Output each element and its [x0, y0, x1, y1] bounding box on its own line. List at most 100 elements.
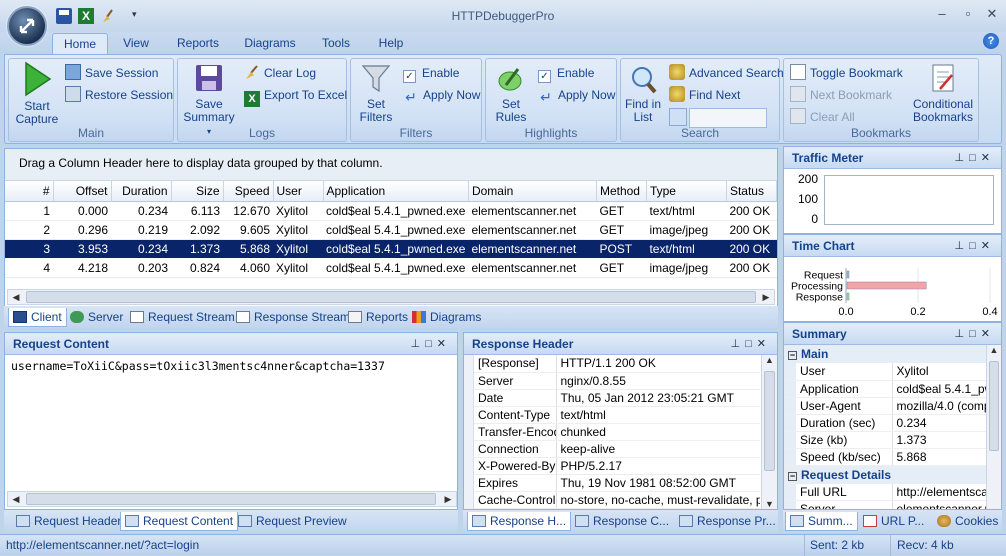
scroll-left-icon[interactable]: ◀ — [8, 290, 24, 304]
close-button[interactable]: ✕ — [982, 6, 1002, 24]
tab-request-content[interactable]: Request Content — [120, 512, 239, 531]
set-filters-button[interactable]: Set Filters — [353, 63, 399, 124]
column-header-offset[interactable]: Offset — [53, 181, 112, 202]
scroll-thumb[interactable] — [26, 493, 436, 505]
pane-controls[interactable]: ⊥□✕ — [731, 333, 771, 355]
scroll-thumb[interactable] — [26, 291, 756, 303]
filters-apply-now-button[interactable]: ↵ Apply Now — [403, 86, 480, 105]
column-header-status[interactable]: Status — [726, 181, 778, 202]
collapse-icon[interactable]: − — [788, 351, 797, 360]
header-row[interactable]: Expires Thu, 19 Nov 1981 08:52:00 GMT — [474, 474, 760, 492]
pane-controls[interactable]: ⊥□✕ — [955, 147, 995, 169]
conditional-bookmarks-button[interactable]: Conditional Bookmarks — [910, 63, 976, 124]
maximize-button[interactable]: ▫ — [958, 6, 978, 24]
highlights-enable-checkbox[interactable]: ✓ Enable — [538, 64, 594, 83]
help-icon[interactable]: ? — [983, 33, 999, 49]
header-row[interactable]: Cache-Control no-store, no-cache, must-re… — [474, 491, 760, 509]
tab-reports[interactable]: Reports — [170, 33, 226, 54]
tab-diagrams-view[interactable]: Diagrams — [408, 308, 485, 327]
column-header-method[interactable]: Method — [596, 181, 647, 202]
tab-request-stream[interactable]: Request Stream — [126, 308, 239, 327]
advanced-search-button[interactable]: Advanced Search — [669, 64, 784, 82]
request-body-text[interactable]: username=ToXiiC&pass=tOxiic3l3mentsc4nne… — [5, 355, 457, 377]
pane-controls[interactable]: ⊥□✕ — [411, 333, 451, 355]
scroll-right-icon[interactable]: ▶ — [758, 290, 774, 304]
filters-enable-checkbox[interactable]: ✓ Enable — [403, 64, 459, 83]
header-row[interactable]: Content-Type text/html — [474, 406, 760, 424]
table-row-selected[interactable]: 3 3.953 0.234 1.373 5.868 Xylitol cold$eal 5.4… — [5, 238, 777, 259]
header-row[interactable]: Date Thu, 05 Jan 2012 23:05:21 GMT — [474, 389, 760, 407]
property-row[interactable]: Server elementscanner.n — [784, 500, 986, 509]
property-row[interactable]: Size (kb) 1.373 — [784, 431, 986, 449]
column-header-speed[interactable]: Speed — [223, 181, 274, 202]
header-row[interactable]: Transfer-Encodi chunked — [474, 423, 760, 441]
group-by-area[interactable]: Drag a Column Header here to display dat… — [5, 149, 777, 181]
restore-session-button[interactable]: Restore Session — [65, 86, 173, 104]
column-header-application[interactable]: Application — [323, 181, 469, 202]
tab-diagrams[interactable]: Diagrams — [240, 33, 300, 54]
table-row[interactable]: 4 4.218 0.203 0.824 4.060 Xylitol cold$eal 5.4… — [5, 258, 777, 278]
column-header-duration[interactable]: Duration — [111, 181, 172, 202]
grid-horizontal-scrollbar[interactable]: ◀ ▶ — [7, 289, 775, 305]
table-row[interactable]: 2 0.296 0.219 2.092 9.605 Xylitol cold$eal 5.4… — [5, 220, 777, 240]
scroll-left-icon[interactable]: ◀ — [8, 492, 24, 506]
summary-vertical-scrollbar[interactable]: ▲ — [986, 345, 1001, 509]
tab-home[interactable]: Home — [52, 33, 108, 54]
table-row[interactable]: 1 0.000 0.234 6.113 12.670 Xylitol cold$eal 5.… — [5, 201, 777, 221]
pane-controls[interactable]: ⊥□✕ — [955, 235, 995, 257]
column-header-domain[interactable]: Domain — [468, 181, 597, 202]
set-rules-button[interactable]: Set Rules — [488, 63, 534, 124]
tab-reports-view[interactable]: Reports — [344, 308, 412, 327]
header-row[interactable]: Connection keep-alive — [474, 440, 760, 458]
property-row[interactable]: User-Agentmozilla/4.0 (compa — [784, 397, 986, 415]
request-horizontal-scrollbar[interactable]: ◀ ▶ — [7, 491, 457, 507]
response-vertical-scrollbar[interactable]: ▲ ▼ — [761, 355, 777, 509]
tab-response-content[interactable]: Response C... — [571, 512, 673, 531]
column-header-user[interactable]: User — [273, 181, 324, 202]
pane-controls[interactable]: ⊥□✕ — [955, 323, 995, 345]
next-bookmark-button[interactable]: Next Bookmark — [790, 86, 892, 104]
tab-response-preview[interactable]: Response Pr... — [675, 512, 780, 531]
search-input[interactable] — [689, 108, 767, 128]
scroll-down-icon[interactable]: ▼ — [762, 499, 777, 509]
header-row[interactable]: Server nginx/0.8.55 — [474, 372, 760, 390]
header-row[interactable]: X-Powered-By PHP/5.2.17 — [474, 457, 760, 475]
toggle-bookmark-button[interactable]: Toggle Bookmark — [790, 64, 903, 82]
tab-view[interactable]: View — [116, 33, 156, 54]
scroll-right-icon[interactable]: ▶ — [440, 492, 456, 506]
property-row[interactable]: User Xylitol — [784, 363, 986, 381]
tab-server[interactable]: Server — [66, 308, 127, 327]
tab-request-header[interactable]: Request Header — [12, 512, 125, 531]
property-row[interactable]: Full URL http://elementscan — [784, 483, 986, 501]
property-row[interactable]: Application cold$eal 5.4.1_pw — [784, 380, 986, 398]
tab-url-params[interactable]: URL P... — [859, 512, 928, 531]
tab-request-preview[interactable]: Request Preview — [234, 512, 351, 531]
application-menu-button[interactable] — [7, 6, 47, 46]
tab-response-header[interactable]: Response H... — [467, 512, 572, 531]
summary-section-main[interactable]: − Main — [784, 345, 1001, 363]
tab-response-stream[interactable]: Response Stream — [232, 308, 354, 327]
scroll-up-icon[interactable]: ▲ — [987, 345, 1001, 355]
scroll-thumb[interactable] — [764, 371, 775, 471]
tab-summary[interactable]: Summ... — [785, 512, 858, 531]
find-next-button[interactable]: Find Next — [669, 86, 740, 104]
header-row[interactable]: [Response] HTTP/1.1 200 OK — [474, 355, 760, 373]
collapse-icon[interactable]: − — [788, 471, 797, 481]
clear-log-button[interactable]: Clear Log — [244, 64, 316, 82]
find-in-list-button[interactable]: Find in List — [623, 63, 663, 124]
column-header-size[interactable]: Size — [171, 181, 224, 202]
save-session-button[interactable]: Save Session — [65, 64, 158, 82]
summary-section-request-details[interactable]: − Request Details — [784, 465, 1001, 484]
tab-tools[interactable]: Tools — [315, 33, 357, 54]
tab-cookies[interactable]: Cookies — [933, 512, 1002, 531]
search-options-icon[interactable] — [669, 108, 687, 126]
property-row[interactable]: Duration (sec) 0.234 — [784, 414, 986, 432]
column-header-number[interactable]: # — [5, 181, 54, 202]
scroll-up-icon[interactable]: ▲ — [762, 355, 777, 365]
highlights-apply-now-button[interactable]: ↵ Apply Now — [538, 86, 615, 105]
export-excel-button[interactable]: X Export To Excel — [244, 86, 347, 107]
column-header-type[interactable]: Type — [646, 181, 727, 202]
start-capture-button[interactable]: Start Capture — [11, 61, 63, 126]
property-row[interactable]: Speed (kb/sec) 5.868 — [784, 448, 986, 466]
scroll-thumb[interactable] — [989, 361, 999, 451]
